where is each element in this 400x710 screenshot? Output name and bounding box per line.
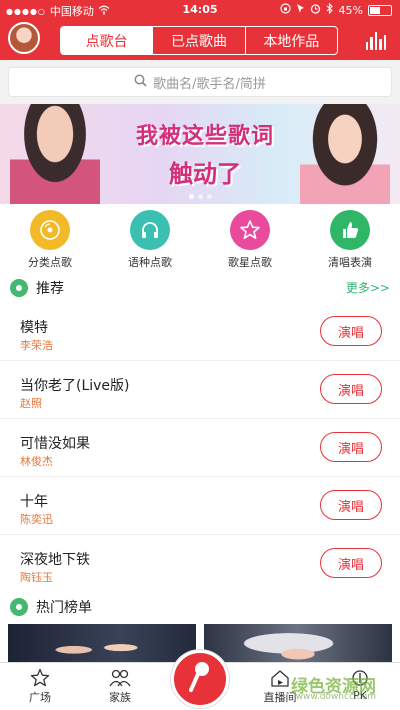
sing-button[interactable]: 演唱 <box>320 490 382 520</box>
song-row[interactable]: 深夜地下铁 陶钰玉 演唱 <box>0 535 400 593</box>
hot-chart-card-image[interactable] <box>204 624 392 667</box>
alarm-icon <box>310 3 321 17</box>
hot-chart-title: 热门榜单 <box>36 600 92 616</box>
song-title: 深夜地下铁 <box>20 552 90 568</box>
tab-local-works[interactable]: 本地作品 <box>246 27 337 54</box>
song-title: 模特 <box>20 320 48 336</box>
tab-song-station[interactable]: 点歌台 <box>61 27 154 54</box>
category-acapella[interactable]: 清唱表演 <box>300 204 400 272</box>
banner-text: 我被这些歌词 触动了 <box>110 118 300 189</box>
nav-plaza[interactable]: 广场 <box>10 667 70 705</box>
recommend-section-header: 推荐 更多>> <box>0 272 400 304</box>
song-artist: 林俊杰 <box>20 455 53 468</box>
more-link[interactable]: 更多>> <box>346 279 390 296</box>
banner-dot[interactable] <box>188 194 194 199</box>
category-label: 分类点歌 <box>28 256 72 269</box>
song-artist: 陈奕迅 <box>20 513 53 526</box>
banner-subheadline: 触动了 <box>169 160 241 188</box>
banner-dot[interactable] <box>206 194 212 199</box>
top-header: ●●●●○ 中国移动 14:05 45% 点歌台 已点歌曲 本地作品 <box>0 0 400 60</box>
banner-singer-left-image <box>10 104 100 204</box>
hot-chart-card-image[interactable] <box>8 624 196 667</box>
banner-dot[interactable] <box>197 194 203 199</box>
hot-chart-section-header: 热门榜单 <box>0 591 400 623</box>
equalizer-icon[interactable] <box>366 30 387 50</box>
banner-headline: 我被这些歌词 <box>135 124 274 149</box>
lock-rotation-icon <box>279 3 291 17</box>
nav-family[interactable]: 家族 <box>90 667 150 705</box>
song-title: 当你老了(Live版) <box>20 378 130 394</box>
song-artist: 李荣浩 <box>20 339 53 352</box>
nav-label: 广场 <box>29 691 51 704</box>
battery-percent: 45% <box>338 3 363 17</box>
song-title: 十年 <box>20 494 48 510</box>
status-bar: ●●●●○ 中国移动 14:05 45% <box>0 0 400 20</box>
location-icon <box>296 3 305 17</box>
category-row: 分类点歌 语种点歌 歌星点歌 清唱表演 <box>0 204 400 272</box>
search-input[interactable]: 歌曲名/歌手名/简拼 <box>8 67 392 97</box>
banner-singer-right-image <box>300 104 390 204</box>
sing-mic-button[interactable] <box>171 650 229 708</box>
sing-button[interactable]: 演唱 <box>320 374 382 404</box>
headphones-icon <box>130 210 170 250</box>
song-title: 可惜没如果 <box>20 436 90 452</box>
disc-icon <box>10 598 28 616</box>
disc-icon <box>30 210 70 250</box>
sing-button[interactable]: 演唱 <box>320 548 382 578</box>
song-row[interactable]: 十年 陈奕迅 演唱 <box>0 477 400 535</box>
song-artist: 陶钰玉 <box>20 571 53 584</box>
song-row[interactable]: 可惜没如果 林俊杰 演唱 <box>0 419 400 477</box>
star-icon <box>230 210 270 250</box>
search-bar: 歌曲名/歌手名/简拼 <box>0 60 400 104</box>
thumbs-up-icon <box>330 210 370 250</box>
people-icon <box>90 667 150 689</box>
category-by-genre[interactable]: 分类点歌 <box>0 204 100 272</box>
battery-icon <box>368 4 392 16</box>
main-tabs: 点歌台 已点歌曲 本地作品 <box>60 26 338 55</box>
disc-icon <box>10 278 28 297</box>
promo-banner[interactable]: 我被这些歌词 触动了 <box>0 104 400 204</box>
banner-pagination <box>0 194 400 199</box>
bluetooth-icon <box>326 2 334 17</box>
recommend-title: 推荐 <box>36 280 64 297</box>
category-label: 歌星点歌 <box>228 256 272 269</box>
song-list: 模特 李荣浩 演唱 当你老了(Live版) 赵照 演唱 可惜没如果 林俊杰 演唱… <box>0 303 400 593</box>
song-row[interactable]: 模特 李荣浩 演唱 <box>0 303 400 361</box>
song-artist: 赵照 <box>20 397 42 410</box>
nav-label: 家族 <box>109 691 131 704</box>
category-by-language[interactable]: 语种点歌 <box>100 204 200 272</box>
star-outline-icon <box>10 667 70 689</box>
watermark-url: www.downcc.com <box>295 692 376 702</box>
song-row[interactable]: 当你老了(Live版) 赵照 演唱 <box>0 361 400 419</box>
sing-button[interactable]: 演唱 <box>320 316 382 346</box>
search-icon <box>134 74 147 91</box>
category-label: 清唱表演 <box>328 256 372 269</box>
sing-button[interactable]: 演唱 <box>320 432 382 462</box>
category-label: 语种点歌 <box>128 256 172 269</box>
microphone-icon <box>187 660 213 698</box>
category-by-singer[interactable]: 歌星点歌 <box>200 204 300 272</box>
tab-ordered-songs[interactable]: 已点歌曲 <box>153 27 246 54</box>
search-placeholder: 歌曲名/歌手名/简拼 <box>153 76 266 92</box>
user-avatar[interactable] <box>8 22 40 54</box>
